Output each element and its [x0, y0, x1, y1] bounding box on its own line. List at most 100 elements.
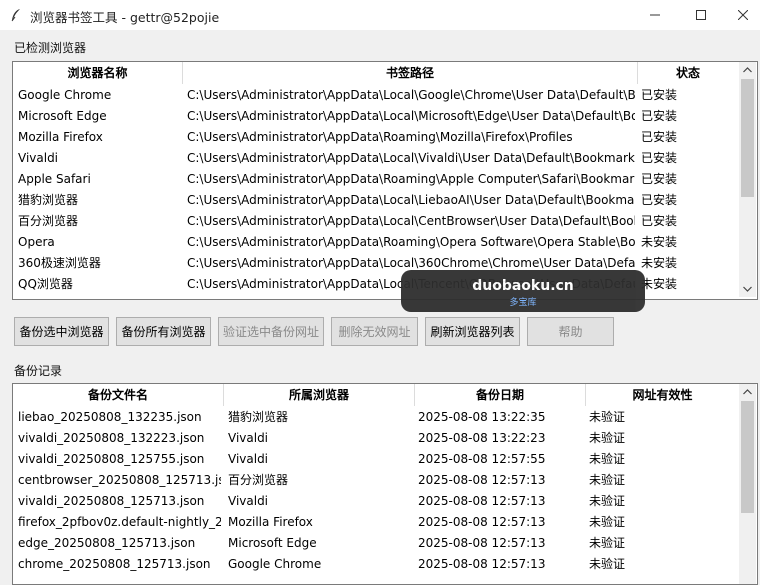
- backup-selected-browser-button[interactable]: 备份选中浏览器: [14, 317, 109, 346]
- browser-name-cell: Vivaldi: [18, 151, 59, 165]
- verify-selected-backup-urls-button[interactable]: 验证选中备份网址: [218, 317, 324, 346]
- backup-file-cell: centbrowser_20250808_125713.json: [18, 473, 221, 487]
- url-validity-cell: 未验证: [589, 473, 626, 487]
- table-row[interactable]: vivaldi_20250808_125755.json Vivaldi 2025-…: [13, 449, 739, 470]
- backup-date-cell: 2025-08-08 13:22:35: [418, 410, 546, 424]
- url-validity-cell: 未验证: [589, 494, 626, 508]
- table-row[interactable]: liebao_20250808_132235.json 猎豹浏览器 2025-08-…: [13, 407, 739, 428]
- browsers-scrollbar[interactable]: [739, 62, 756, 297]
- backup-date-cell: 2025-08-08 12:57:13: [418, 494, 546, 508]
- backup-date-cell: 2025-08-08 12:57:13: [418, 473, 546, 487]
- browser-name-cell: Apple Safari: [18, 172, 91, 186]
- status-cell: 已安装: [641, 193, 678, 207]
- maximize-button[interactable]: [678, 0, 724, 30]
- table-row[interactable]: Microsoft Edge C:\Users\Administrator\App…: [13, 106, 739, 127]
- remove-invalid-urls-button[interactable]: 删除无效网址: [331, 317, 418, 346]
- column-header-bookmark-path[interactable]: 书签路径: [183, 62, 638, 84]
- help-button[interactable]: 帮助: [527, 317, 614, 346]
- browsers-table[interactable]: 浏览器名称 书签路径 状态 Google Chrome C:\Users\Admi…: [12, 61, 758, 300]
- table-row[interactable]: 猎豹浏览器 C:\Users\Administrator\AppData\Loca…: [13, 190, 739, 211]
- backup-date-cell: 2025-08-08 12:57:13: [418, 515, 546, 529]
- column-header-browser-name[interactable]: 浏览器名称: [13, 62, 183, 84]
- minimize-button[interactable]: [632, 0, 678, 30]
- source-browser-cell: Vivaldi: [228, 494, 269, 508]
- backup-scroll-thumb[interactable]: [741, 401, 754, 513]
- bookmark-path-cell: C:\Users\Administrator\AppData\Roaming\M…: [187, 130, 573, 144]
- bookmark-path-cell: C:\Users\Administrator\AppData\Local\Viv…: [187, 151, 635, 165]
- column-header-status[interactable]: 状态: [638, 62, 738, 84]
- source-browser-cell: Vivaldi: [228, 431, 269, 445]
- backup-file-cell: liebao_20250808_132235.json: [18, 410, 202, 424]
- browser-name-cell: Mozilla Firefox: [18, 130, 103, 144]
- bookmark-path-cell: C:\Users\Administrator\AppData\Local\Lie…: [187, 193, 635, 207]
- browser-name-cell: 360极速浏览器: [18, 256, 101, 270]
- url-validity-cell: 未验证: [589, 515, 626, 529]
- column-header-backup-file[interactable]: 备份文件名: [13, 384, 224, 406]
- backup-file-cell: chrome_20250808_125713.json: [18, 557, 211, 571]
- browser-name-cell: Opera: [18, 235, 55, 249]
- refresh-browser-list-button[interactable]: 刷新浏览器列表: [425, 317, 520, 346]
- source-browser-cell: 百分浏览器: [228, 473, 289, 487]
- backup-file-cell: vivaldi_20250808_132223.json: [18, 431, 205, 445]
- url-validity-cell: 未验证: [589, 452, 626, 466]
- table-row[interactable]: edge_20250808_125713.json Microsoft Edge 2…: [13, 533, 739, 554]
- column-header-source-browser[interactable]: 所属浏览器: [224, 384, 415, 406]
- bookmark-path-cell: C:\Users\Administrator\AppData\Local\Mic…: [187, 109, 635, 123]
- watermark-subtext: 多宝库: [509, 298, 537, 308]
- browser-name-cell: 猎豹浏览器: [18, 193, 79, 207]
- backup-file-cell: vivaldi_20250808_125755.json: [18, 452, 205, 466]
- bookmark-path-cell: C:\Users\Administrator\AppData\Local\Cen…: [187, 214, 635, 228]
- maximize-icon: [696, 10, 706, 20]
- table-row[interactable]: vivaldi_20250808_132223.json Vivaldi 2025-…: [13, 428, 739, 449]
- status-cell: 已安装: [641, 172, 678, 186]
- backup-all-browsers-button[interactable]: 备份所有浏览器: [116, 317, 211, 346]
- browser-name-cell: QQ浏览器: [18, 277, 73, 291]
- table-row[interactable]: Apple Safari C:\Users\Administrator\AppDa…: [13, 169, 739, 190]
- bookmark-path-cell: C:\Users\Administrator\AppData\Local\Goo…: [187, 88, 635, 102]
- table-row[interactable]: vivaldi_20250808_125713.json Vivaldi 2025-…: [13, 491, 739, 512]
- title-bar: 浏览器书签工具 - gettr@52pojie: [0, 0, 760, 30]
- backup-file-cell: firefox_2pfbov0z.default-nightly_2025: [18, 515, 221, 529]
- table-row[interactable]: Mozilla Firefox C:\Users\Administrator\Ap…: [13, 127, 739, 148]
- scroll-up-arrow-icon[interactable]: [739, 384, 755, 400]
- table-row[interactable]: Vivaldi C:\Users\Administrator\AppData\Lo…: [13, 148, 739, 169]
- status-cell: 已安装: [641, 214, 678, 228]
- table-row[interactable]: firefox_2pfbov0z.default-nightly_2025 Moz…: [13, 512, 739, 533]
- scroll-down-arrow-icon[interactable]: [739, 281, 755, 297]
- bookmark-path-cell: C:\Users\Administrator\AppData\Roaming\A…: [187, 172, 635, 186]
- url-validity-cell: 未验证: [589, 557, 626, 571]
- backup-file-cell: vivaldi_20250808_125713.json: [18, 494, 205, 508]
- browsers-scroll-thumb[interactable]: [741, 79, 754, 197]
- status-cell: 已安装: [641, 109, 678, 123]
- backup-date-cell: 2025-08-08 12:57:13: [418, 536, 546, 550]
- column-header-backup-date[interactable]: 备份日期: [415, 384, 586, 406]
- status-cell: 未安装: [641, 256, 678, 270]
- browser-name-cell: Google Chrome: [18, 88, 112, 102]
- backup-date-cell: 2025-08-08 12:57:13: [418, 557, 546, 571]
- status-cell: 已安装: [641, 88, 678, 102]
- backup-date-cell: 2025-08-08 13:22:23: [418, 431, 546, 445]
- browsers-table-header: 浏览器名称 书签路径 状态: [13, 62, 739, 84]
- source-browser-cell: Google Chrome: [228, 557, 322, 571]
- watermark-overlay: duobaoku.cn 多宝库: [401, 270, 645, 312]
- status-cell: 已安装: [641, 151, 678, 165]
- close-icon: [738, 10, 748, 20]
- status-cell: 未安装: [641, 277, 678, 291]
- table-row[interactable]: chrome_20250808_125713.json Google Chrome…: [13, 554, 739, 575]
- table-row[interactable]: Opera C:\Users\Administrator\AppData\Roam…: [13, 232, 739, 253]
- url-validity-cell: 未验证: [589, 410, 626, 424]
- backup-scrollbar[interactable]: [739, 384, 756, 584]
- table-row[interactable]: 百分浏览器 C:\Users\Administrator\AppData\Loca…: [13, 211, 739, 232]
- backup-records-table[interactable]: 备份文件名 所属浏览器 备份日期 网址有效性 liebao_20250808_1…: [12, 383, 758, 585]
- url-validity-cell: 未验证: [589, 536, 626, 550]
- bookmark-path-cell: C:\Users\Administrator\AppData\Roaming\O…: [187, 235, 635, 249]
- table-row[interactable]: centbrowser_20250808_125713.json 百分浏览器 202…: [13, 470, 739, 491]
- backup-table-header: 备份文件名 所属浏览器 备份日期 网址有效性: [13, 384, 739, 406]
- scroll-up-arrow-icon[interactable]: [739, 62, 755, 78]
- close-button[interactable]: [720, 0, 760, 30]
- window-title: 浏览器书签工具 - gettr@52pojie: [30, 10, 220, 25]
- table-row[interactable]: Google Chrome C:\Users\Administrator\AppD…: [13, 85, 739, 106]
- detected-browsers-label: 已检测浏览器: [14, 41, 87, 55]
- status-cell: 未安装: [641, 235, 678, 249]
- column-header-url-validity[interactable]: 网址有效性: [586, 384, 739, 406]
